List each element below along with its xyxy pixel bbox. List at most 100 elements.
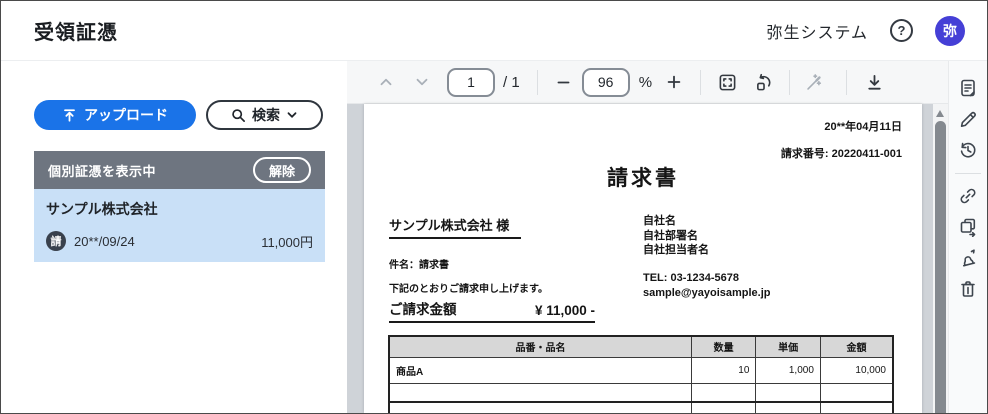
minus-icon [555,74,572,91]
edit-button[interactable] [958,109,978,129]
zoom-level-input[interactable] [582,68,630,97]
pdf-viewer: / 1 % [347,61,948,413]
history-button[interactable] [958,140,978,160]
table-row: 商品A 10 1,000 10,000 [389,357,893,383]
amount-value: ¥ 11,000 - [535,303,595,318]
viewer-canvas: 20**年04月11日 請求番号: 20220411-001 請求書 サンプル株… [347,104,948,413]
fit-to-screen-icon [718,73,737,92]
search-button[interactable]: 検索 [206,100,323,130]
company-person: 自社担当者名 [643,243,709,258]
user-avatar[interactable]: 弥 [935,16,965,46]
link-button[interactable] [958,186,978,206]
chevron-down-icon [413,73,431,91]
header-right: 弥生システム ? 弥 [766,16,965,46]
table-row [389,402,893,413]
page-title: 受領証憑 [34,16,118,45]
company-email: sample@yayoisample.jp [643,286,771,301]
zoom-percent-label: % [639,74,652,91]
copy-button[interactable] [958,217,978,237]
pdf-page: 20**年04月11日 請求番号: 20220411-001 請求書 サンプル株… [364,104,922,413]
toolbar-divider [537,70,538,95]
scrollbar-thumb[interactable] [935,121,946,414]
page-number-input[interactable] [447,68,495,97]
col-header-item: 品番・品名 [389,336,691,357]
rotate-button[interactable] [755,73,774,92]
download-icon [865,73,884,92]
upload-icon [62,108,77,123]
document-item-date: 20**/09/24 [74,234,135,249]
avatar-label: 弥 [943,21,957,41]
zoom-in-button[interactable] [665,73,683,91]
cell-item-name [389,402,691,413]
delete-button[interactable] [958,279,978,299]
toolbar-divider [955,173,981,174]
table-header-row: 品番・品名 数量 単価 金額 [389,336,893,357]
zoom-out-button[interactable] [555,74,572,91]
company-department: 自社部署名 [643,229,709,244]
download-button[interactable] [865,73,884,92]
document-item-amount: 11,000円 [261,232,313,251]
cell-amount [820,383,893,402]
document-item-title: サンプル株式会社 [46,199,313,219]
filter-status-bar: 個別証憑を表示中 解除 [34,151,325,189]
question-mark-icon: ? [898,23,906,38]
link-icon [958,186,978,206]
invoice-recipient: サンプル株式会社 様 [389,215,521,239]
app-header: 受領証憑 弥生システム ? 弥 [1,1,987,61]
clear-filter-button[interactable]: 解除 [253,157,311,183]
cell-qty [691,402,756,413]
col-header-amount: 金額 [820,336,893,357]
right-toolbar [948,61,987,413]
invoice-date: 20**年04月11日 [824,118,902,134]
chevron-down-icon [286,109,298,121]
upload-button[interactable]: アップロード [34,100,196,130]
app-window: 受領証憑 弥生システム ? 弥 アップロード [0,0,988,414]
invoice-title: 請求書 [364,162,922,192]
help-button[interactable]: ? [890,19,913,42]
document-detail-button[interactable] [958,78,978,98]
company-name: 自社名 [643,214,709,229]
filter-status-label: 個別証憑を表示中 [48,161,156,180]
pencil-icon [958,109,978,129]
vertical-scrollbar[interactable] [933,104,948,413]
table-row [389,383,893,402]
company-tel: TEL: 03-1234-5678 [643,271,771,286]
invoice-greeting: 下記のとおりご請求申し上げます。 [389,280,548,295]
invoice-number: 請求番号: 20220411-001 [781,145,902,161]
fit-to-screen-button[interactable] [718,73,737,92]
company-contact-block: TEL: 03-1234-5678 sample@yayoisample.jp [643,271,771,301]
cell-unit-price [756,383,821,402]
page-total-label: / 1 [503,74,520,91]
cell-unit-price: 1,000 [756,357,821,383]
cell-item-name [389,383,691,402]
scrollbar-up-arrow[interactable] [936,110,944,117]
document-icon [958,78,978,98]
trash-icon [958,279,978,299]
cell-amount: 10,000 [820,357,893,383]
toolbar-divider [789,70,790,95]
chevron-up-icon [377,73,395,91]
cell-item-name: 商品A [389,357,691,383]
plus-icon [665,73,683,91]
amount-label: ご請求金額 [389,298,457,318]
history-clock-icon [958,140,978,160]
stamp-button[interactable] [958,248,978,268]
magic-wand-icon [805,73,824,92]
next-page-button[interactable] [413,73,431,91]
copy-with-arrow-icon [958,217,978,237]
toolbar-divider [700,70,701,95]
col-header-unit-price: 単価 [756,336,821,357]
invoice-subject: 件名：請求書 [389,256,449,271]
search-button-label: 検索 [252,105,280,125]
search-icon [231,108,246,123]
invoice-type-badge: 請 [46,231,66,251]
document-list-item[interactable]: サンプル株式会社 請 20**/09/24 11,000円 [34,189,325,262]
cell-qty: 10 [691,357,756,383]
cell-unit-price [756,402,821,413]
magic-wand-button[interactable] [805,73,824,92]
cell-qty [691,383,756,402]
toolbar-divider [846,70,847,95]
viewer-toolbar: / 1 % [347,61,948,104]
sidebar: アップロード 検索 個別証憑 [1,61,347,413]
previous-page-button[interactable] [377,73,395,91]
